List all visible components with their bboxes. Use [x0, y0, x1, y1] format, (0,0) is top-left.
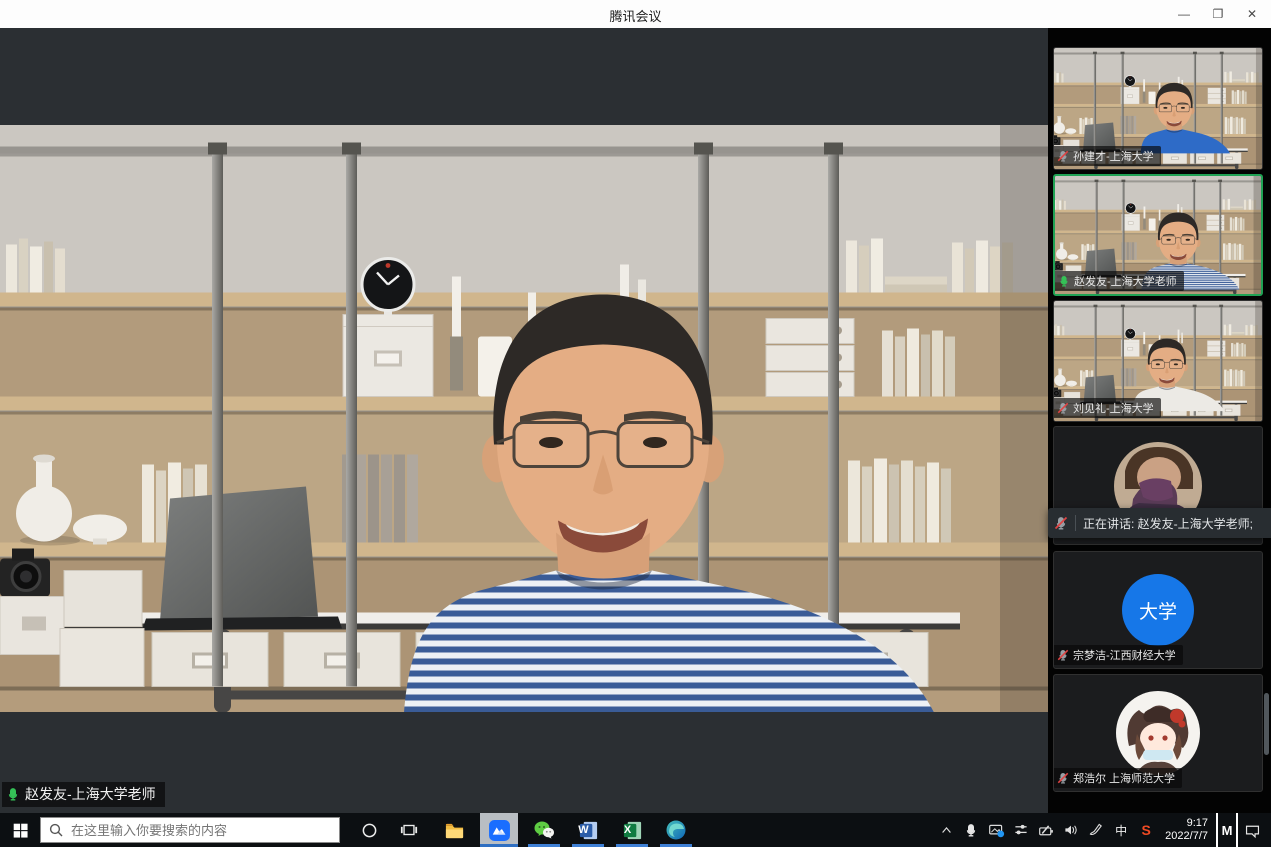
clock-time: 9:17: [1165, 817, 1208, 830]
participant-name: 刘见礼-上海大学: [1073, 400, 1154, 416]
meeting-content: 赵发友-上海大学老师 孙建才-上海大学 赵发友-上海大: [0, 28, 1271, 813]
mic-on-icon: [1058, 275, 1070, 287]
photo-icon: [988, 822, 1005, 839]
edge-taskbar-button[interactable]: [656, 813, 696, 847]
participant-name: 赵发友-上海大学老师: [1074, 273, 1177, 289]
speaking-now-text: 正在讲话: 赵发友-上海大学老师;: [1083, 515, 1253, 532]
speaking-now-toast: 正在讲话: 赵发友-上海大学老师;: [1048, 508, 1271, 538]
participant-name: 孙建才-上海大学: [1073, 148, 1154, 164]
mic-on-icon: [6, 787, 20, 801]
participant-avatar-5[interactable]: 大学 宗梦洁-江西财经大学: [1053, 551, 1263, 669]
mic-muted-icon: [1054, 516, 1068, 530]
pen-icon: [1088, 822, 1104, 838]
start-button[interactable]: [0, 813, 40, 847]
main-speaker-name: 赵发友-上海大学老师: [25, 784, 156, 804]
mic-muted-icon: [1057, 150, 1069, 162]
main-speaker-name-tag: 赵发友-上海大学老师: [2, 782, 165, 807]
hidden-icons-chevron[interactable]: [935, 813, 957, 847]
participant-avatar-6[interactable]: 郑浩尔 上海师范大学: [1053, 674, 1263, 792]
taskbar-search[interactable]: [40, 817, 340, 843]
participant-video-1[interactable]: 孙建才-上海大学: [1053, 47, 1263, 170]
speaker-icon: [1063, 822, 1079, 838]
word-icon: [578, 820, 599, 841]
action-center-button[interactable]: [1241, 813, 1263, 847]
system-tray: 中 S 9:17 2022/7/7 M: [935, 813, 1271, 847]
windows-logo-icon: [12, 822, 29, 839]
word-taskbar-button[interactable]: W: [568, 813, 608, 847]
participant-name: 宗梦洁-江西财经大学: [1073, 647, 1176, 663]
participant-name: 郑浩尔 上海师范大学: [1073, 770, 1175, 786]
settings-sliders-tray-button[interactable]: [1010, 813, 1032, 847]
battery-tray-button[interactable]: [1035, 813, 1057, 847]
main-stage: 赵发友-上海大学老师: [0, 28, 1048, 813]
edge-icon: [665, 819, 687, 841]
volume-tray-button[interactable]: [1060, 813, 1082, 847]
participant-video-2-active-speaker[interactable]: 赵发友-上海大学老师: [1053, 174, 1263, 296]
close-button[interactable]: ✕: [1235, 0, 1269, 28]
anime-avatar: [1115, 690, 1201, 776]
microphone-icon: [964, 823, 978, 837]
sliders-icon: [1013, 822, 1029, 838]
cortana-button[interactable]: [352, 813, 386, 847]
ime-mode-icon[interactable]: M: [1216, 813, 1238, 847]
file-explorer-button[interactable]: [434, 813, 474, 847]
divider: [1075, 515, 1076, 531]
restore-button[interactable]: ❐: [1201, 0, 1235, 28]
task-view-button[interactable]: [392, 813, 426, 847]
wechat-icon: [533, 819, 555, 841]
mic-muted-icon: [1057, 772, 1069, 784]
battery-pen-icon: [1038, 822, 1055, 839]
excel-icon: [622, 820, 643, 841]
notification-bubble-icon: [1244, 822, 1261, 839]
microphone-tray-button[interactable]: [960, 813, 982, 847]
cortana-icon: [361, 822, 378, 839]
ink-workspace-tray-button[interactable]: [1085, 813, 1107, 847]
window-title: 腾讯会议: [0, 6, 1271, 25]
participants-sidebar: 孙建才-上海大学 赵发友-上海大学老师 刘见礼-上海大学: [1048, 28, 1271, 813]
tencent-meeting-icon: [488, 819, 511, 842]
ime-language-indicator[interactable]: 中: [1110, 813, 1132, 847]
task-view-icon: [400, 821, 418, 839]
photos-tray-button[interactable]: [985, 813, 1007, 847]
initial-avatar: 大学: [1122, 574, 1194, 646]
sogou-input-icon[interactable]: S: [1135, 813, 1157, 847]
wechat-taskbar-button[interactable]: [524, 813, 564, 847]
sidebar-scrollbar[interactable]: [1264, 693, 1269, 755]
main-video[interactable]: [0, 125, 1048, 712]
excel-taskbar-button[interactable]: X: [612, 813, 652, 847]
search-input[interactable]: [71, 823, 331, 838]
tencent-meeting-window: 腾讯会议 — ❐ ✕ 赵发友-上海大学老师: [0, 0, 1271, 847]
chevron-up-icon: [940, 824, 953, 837]
clock-date: 2022/7/7: [1165, 830, 1208, 843]
file-explorer-icon: [444, 820, 465, 841]
taskbar-clock[interactable]: 9:17 2022/7/7: [1160, 813, 1213, 847]
mic-muted-icon: [1057, 402, 1069, 414]
search-icon: [49, 823, 63, 837]
minimize-button[interactable]: —: [1167, 0, 1201, 28]
titlebar: 腾讯会议 — ❐ ✕: [0, 0, 1271, 28]
participant-video-3[interactable]: 刘见礼-上海大学: [1053, 300, 1263, 422]
tencent-meeting-taskbar-button[interactable]: [480, 813, 518, 847]
windows-taskbar: W X: [0, 813, 1271, 847]
mic-muted-icon: [1057, 649, 1069, 661]
